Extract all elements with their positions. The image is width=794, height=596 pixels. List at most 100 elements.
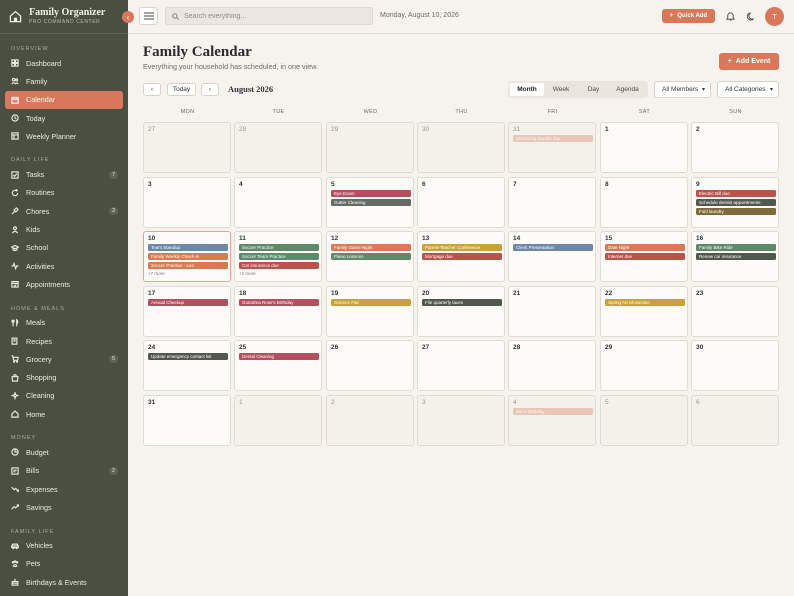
calendar-day-cell[interactable]: 5 Eye Exam Gutter Cleaning [326,177,414,228]
event-chip[interactable]: Fold laundry [696,208,776,215]
sidebar-item-school[interactable]: School [0,239,128,257]
event-chip[interactable]: Schedule dentist appointments [696,199,776,206]
sidebar-item-family[interactable]: Family [0,72,128,90]
calendar-day-cell[interactable]: 30 [417,122,505,173]
calendar-day-cell[interactable]: 9 Electric Bill due Schedule dentist appoi… [691,177,779,228]
sidebar-item-expenses[interactable]: Expenses [0,480,128,498]
sidebar-item-activities[interactable]: Activities [0,257,128,275]
calendar-day-cell[interactable]: 27 [417,340,505,391]
collapse-sidebar-button[interactable]: ‹ [122,11,134,23]
sidebar-item-pets[interactable]: Pets [0,555,128,573]
add-event-button[interactable]: + Add Event [719,53,779,70]
sidebar-item-savings[interactable]: Savings [0,498,128,516]
tab-day[interactable]: Day [578,83,609,96]
event-chip[interactable]: Renew car insurance [696,253,776,260]
sidebar-item-calendar[interactable]: Calendar [5,90,123,109]
calendar-day-cell[interactable]: 31 [143,395,231,446]
event-chip[interactable]: Streaming Bundle due [513,135,593,142]
event-chip[interactable]: Gutter Cleaning [331,199,411,206]
event-chip[interactable]: Zoe's Birthday [513,408,593,415]
tab-month[interactable]: Month [510,83,544,96]
sidebar-item-cleaning[interactable]: Cleaning [0,387,128,405]
event-chip[interactable]: Car insurance due [239,262,319,269]
event-chip[interactable]: Date Night [605,244,685,251]
theme-toggle-button[interactable] [744,9,758,23]
quick-add-button[interactable]: + Quick Add [662,9,715,23]
tab-agenda[interactable]: Agenda [609,83,646,96]
tab-week[interactable]: Week [544,83,578,96]
calendar-day-cell[interactable]: 29 [600,340,688,391]
menu-button[interactable] [139,7,158,25]
event-chip[interactable]: Soccer Practice [239,244,319,251]
calendar-day-cell[interactable]: 25 Dental Cleaning [234,340,322,391]
sidebar-item-birthdays-events[interactable]: Birthdays & Events [0,573,128,591]
event-chip[interactable]: Piano Lessons [331,253,411,260]
event-chip[interactable]: Dental Cleaning [239,353,319,360]
calendar-day-cell[interactable]: 3 [143,177,231,228]
today-button[interactable]: Today [167,83,196,96]
calendar-day-cell[interactable]: 1 [234,395,322,446]
calendar-day-cell[interactable]: 30 [691,340,779,391]
sidebar-item-meals[interactable]: Meals [0,314,128,332]
calendar-day-cell[interactable]: 23 [691,286,779,337]
event-chip[interactable]: Update emergency contact list [148,353,228,360]
calendar-day-cell[interactable]: 17 Annual Checkup [143,286,231,337]
sidebar-item-tasks[interactable]: Tasks 7 [0,165,128,183]
event-chip[interactable]: Family Game Night [331,244,411,251]
sidebar-item-bills[interactable]: Bills 2 [0,462,128,480]
event-chip[interactable]: Eye Exam [331,190,411,197]
calendar-day-cell[interactable]: 21 [508,286,596,337]
event-chip[interactable]: Internet due [605,253,685,260]
calendar-day-cell[interactable]: 10 Team Standup Family Weekly Check-in Socc… [143,231,231,282]
calendar-day-cell[interactable]: 2 [326,395,414,446]
calendar-day-cell[interactable]: 6 [417,177,505,228]
event-chip[interactable]: Electric Bill due [696,190,776,197]
calendar-day-cell[interactable]: 16 Family Bike Ride Renew car insurance [691,231,779,282]
sidebar-item-today[interactable]: Today [0,109,128,127]
calendar-day-cell[interactable]: 4 Zoe's Birthday [508,395,596,446]
sidebar-item-appointments[interactable]: Appointments [0,275,128,293]
calendar-day-cell[interactable]: 29 [326,122,414,173]
event-chip[interactable]: Family Weekly Check-in [148,253,228,260]
event-chip[interactable]: Family Bike Ride [696,244,776,251]
calendar-day-cell[interactable]: 20 File quarterly taxes [417,286,505,337]
event-chip[interactable]: Spring Art Showcase [605,299,685,306]
event-chip[interactable]: Annual Checkup [148,299,228,306]
brand[interactable]: Family Organizer PRO COMMAND CENTER [0,0,128,34]
calendar-day-cell[interactable]: 8 [600,177,688,228]
calendar-day-cell[interactable]: 18 Grandma Rose's Birthday [234,286,322,337]
categories-filter[interactable]: All Categories ▾ [717,81,779,98]
notifications-button[interactable] [723,9,737,23]
calendar-day-cell[interactable]: 28 [508,340,596,391]
search-bar[interactable] [165,7,373,25]
calendar-day-cell[interactable]: 15 Date Night Internet due [600,231,688,282]
user-avatar[interactable]: T [765,7,784,26]
sidebar-item-vehicles[interactable]: Vehicles [0,537,128,555]
calendar-day-cell[interactable]: 5 [600,395,688,446]
calendar-day-cell[interactable]: 31 Streaming Bundle due [508,122,596,173]
sidebar-item-vacations[interactable]: Vacations [0,591,128,596]
calendar-day-cell[interactable]: 19 Science Fair [326,286,414,337]
prev-month-button[interactable]: ‹ [143,83,161,96]
calendar-day-cell[interactable]: 24 Update emergency contact list [143,340,231,391]
sidebar-item-weekly-planner[interactable]: Weekly Planner [0,127,128,145]
calendar-day-cell[interactable]: 27 [143,122,231,173]
event-chip[interactable]: File quarterly taxes [422,299,502,306]
calendar-day-cell[interactable]: 28 [234,122,322,173]
sidebar-item-dashboard[interactable]: Dashboard [0,54,128,72]
calendar-day-cell[interactable]: 12 Family Game Night Piano Lessons [326,231,414,282]
sidebar-item-grocery[interactable]: Grocery 5 [0,350,128,368]
members-filter[interactable]: All Members ▾ [654,81,711,98]
event-chip[interactable]: Team Standup [148,244,228,251]
event-chip[interactable]: Soccer Practice - Leo [148,262,228,269]
calendar-day-cell[interactable]: 1 [600,122,688,173]
sidebar-item-kids[interactable]: Kids [0,220,128,238]
sidebar-item-chores[interactable]: Chores 3 [0,202,128,220]
calendar-day-cell[interactable]: 13 Parent-Teacher Conference Mortgage due [417,231,505,282]
event-chip[interactable]: Soccer Team Practice [239,253,319,260]
calendar-day-cell[interactable]: 26 [326,340,414,391]
calendar-day-cell[interactable]: 6 [691,395,779,446]
sidebar-item-home[interactable]: Home [0,405,128,423]
calendar-day-cell[interactable]: 2 [691,122,779,173]
more-events-link[interactable]: +7 more [148,271,165,276]
